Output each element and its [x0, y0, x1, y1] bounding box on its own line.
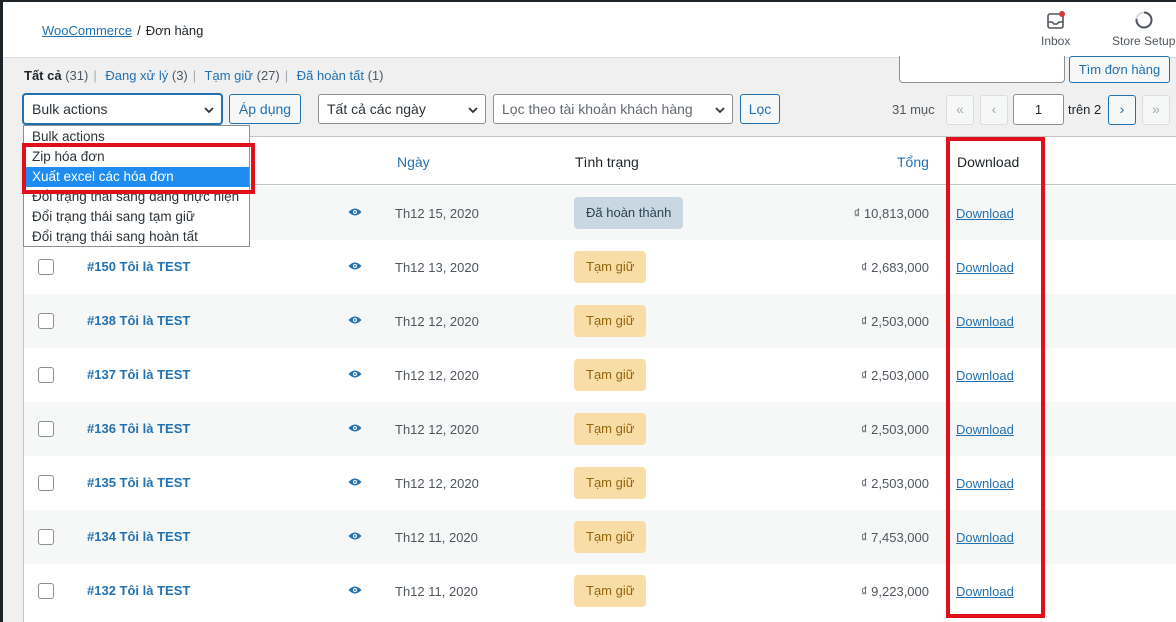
breadcrumb-current: Đơn hàng — [145, 23, 204, 38]
order-date: Th12 15, 2020 — [395, 206, 479, 221]
chevron-down-icon — [204, 107, 214, 114]
search-orders-button[interactable]: Tìm đơn hàng — [1069, 56, 1170, 83]
chevron-down-icon — [715, 107, 725, 114]
bulk-actions-select[interactable]: Bulk actions — [23, 94, 222, 124]
status-badge: Tạm giữ — [574, 521, 647, 553]
row-checkbox[interactable] — [38, 583, 54, 599]
eye-icon[interactable] — [348, 531, 362, 541]
breadcrumb: WooCommerce / Đơn hàng — [42, 23, 203, 38]
chevron-down-icon — [468, 107, 478, 114]
row-checkbox[interactable] — [38, 367, 54, 383]
apply-button[interactable]: Áp dụng — [229, 94, 301, 124]
order-link[interactable]: #134 Tôi là TEST — [87, 529, 190, 544]
status-filter-links: Tất cả (31) | Đang xử lý (3) | Tạm giữ (27… — [24, 68, 384, 83]
order-total: ₫ 2,683,000 — [860, 260, 929, 275]
inbox-button[interactable]: Inbox — [1041, 10, 1070, 48]
order-total: ₫ 2,503,000 — [860, 314, 929, 329]
highlight-box-download-column — [946, 137, 1045, 618]
filter-completed-count: (1) — [367, 68, 384, 83]
filter-all-count: (31) — [65, 68, 89, 83]
customer-filter-placeholder: Lọc theo tài khoản khách hàng — [502, 101, 693, 117]
row-checkbox[interactable] — [38, 259, 54, 275]
breadcrumb-separator: / — [137, 23, 141, 38]
filter-on-hold-link[interactable]: Tạm giữ — [205, 68, 253, 83]
order-link[interactable]: #136 Tôi là TEST — [87, 421, 190, 436]
breadcrumb-woocommerce-link[interactable]: WooCommerce — [42, 23, 132, 38]
order-date: Th12 11, 2020 — [395, 530, 478, 545]
current-page-input[interactable]: 1 — [1013, 94, 1064, 125]
order-link[interactable]: #135 Tôi là TEST — [87, 475, 190, 490]
column-header-total[interactable]: Tổng — [897, 154, 929, 170]
filter-all-link[interactable]: Tất cả — [24, 68, 62, 83]
order-date: Th12 12, 2020 — [395, 476, 479, 491]
customer-filter-select[interactable]: Lọc theo tài khoản khách hàng — [493, 94, 733, 124]
eye-icon[interactable] — [348, 423, 362, 433]
window-frame-left — [0, 0, 3, 622]
status-badge: Tạm giữ — [574, 413, 647, 445]
order-date: Th12 13, 2020 — [395, 260, 479, 275]
status-badge: Tạm giữ — [574, 575, 647, 607]
order-link[interactable]: #138 Tôi là TEST — [87, 313, 190, 328]
eye-icon[interactable] — [348, 207, 362, 217]
column-header-date[interactable]: Ngày — [397, 154, 430, 170]
date-filter-value: Tất cả các ngày — [327, 101, 426, 117]
order-total: ₫ 2,503,000 — [860, 368, 929, 383]
order-link[interactable]: #132 Tôi là TEST — [87, 583, 190, 598]
row-checkbox[interactable] — [38, 529, 54, 545]
eye-icon[interactable] — [348, 585, 362, 595]
status-badge: Tạm giữ — [574, 251, 647, 283]
top-header-bar: WooCommerce / Đơn hàng Inbox Store Setup — [3, 2, 1176, 58]
eye-icon[interactable] — [348, 369, 362, 379]
order-total: ₫ 9,223,000 — [860, 584, 929, 599]
order-link[interactable]: #150 Tôi là TEST — [87, 259, 190, 274]
total-pages-label: trên 2 — [1068, 102, 1102, 117]
status-badge: Tạm giữ — [574, 305, 647, 337]
status-badge: Đã hoàn thành — [574, 197, 684, 229]
bulk-actions-value: Bulk actions — [32, 101, 108, 117]
status-badge: Tạm giữ — [574, 359, 647, 391]
order-total: ₫ 7,453,000 — [860, 530, 929, 545]
bulk-option-mark-on-hold[interactable]: Đổi trạng thái sang tạm giữ — [24, 207, 249, 227]
progress-ring-icon — [1135, 11, 1153, 29]
bulk-option-mark-completed[interactable]: Đổi trạng thái sang hoàn tất — [24, 227, 249, 246]
order-date: Th12 12, 2020 — [395, 422, 479, 437]
filter-completed-link[interactable]: Đã hoàn tất — [297, 68, 364, 83]
order-link[interactable]: #137 Tôi là TEST — [87, 367, 190, 382]
order-total: ₫ 10,813,000 — [853, 206, 929, 221]
filter-button[interactable]: Lọc — [740, 94, 780, 124]
order-total: ₫ 2,503,000 — [860, 476, 929, 491]
row-checkbox[interactable] — [38, 313, 54, 329]
row-checkbox[interactable] — [38, 421, 54, 437]
order-date: Th12 11, 2020 — [395, 584, 478, 599]
column-header-status: Tình trạng — [575, 154, 639, 170]
filter-processing-link[interactable]: Đang xử lý — [105, 68, 168, 83]
eye-icon[interactable] — [348, 315, 362, 325]
date-filter-select[interactable]: Tất cả các ngày — [318, 94, 486, 124]
filter-on-hold-count: (27) — [256, 68, 280, 83]
row-checkbox[interactable] — [38, 475, 54, 491]
last-page-button[interactable]: » — [1142, 95, 1170, 125]
store-setup-label: Store Setup — [1112, 34, 1176, 48]
status-badge: Tạm giữ — [574, 467, 647, 499]
next-page-button[interactable]: › — [1108, 95, 1136, 125]
order-date: Th12 12, 2020 — [395, 368, 479, 383]
order-search-input[interactable] — [899, 56, 1065, 83]
inbox-label: Inbox — [1041, 34, 1071, 48]
order-total: ₫ 2,503,000 — [860, 422, 929, 437]
prev-page-button[interactable]: ‹ — [980, 95, 1008, 125]
first-page-button[interactable]: « — [946, 95, 974, 125]
filter-processing-count: (3) — [171, 68, 188, 83]
eye-icon[interactable] — [348, 261, 362, 271]
order-date: Th12 12, 2020 — [395, 314, 479, 329]
eye-icon[interactable] — [348, 477, 362, 487]
store-setup-button[interactable]: Store Setup — [1112, 10, 1175, 48]
inbox-icon — [1046, 11, 1065, 29]
items-count: 31 mục — [892, 102, 935, 117]
highlight-box-bulk-options — [22, 143, 255, 194]
